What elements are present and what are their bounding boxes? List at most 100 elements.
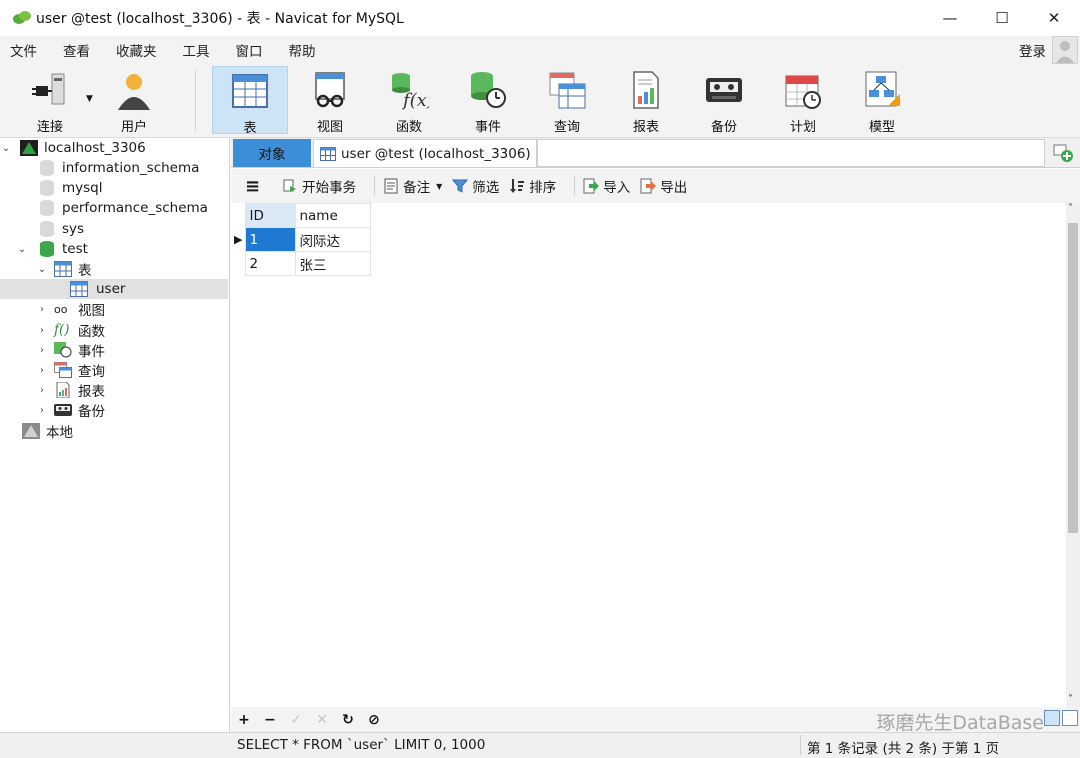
tree-group-label: 函数 (78, 324, 105, 340)
table-cell[interactable]: 闵际达 (295, 227, 372, 252)
sort-button[interactable]: 排序 (509, 176, 556, 196)
delete-record-button[interactable]: − (257, 712, 283, 728)
tab-objects[interactable]: 对象 (233, 139, 311, 167)
tree-database-item[interactable]: sys (0, 219, 228, 239)
table-cell[interactable]: 张三 (295, 251, 372, 276)
table-cell[interactable]: 2 (245, 251, 297, 276)
chevron-down-icon[interactable]: ⌄ (16, 244, 28, 255)
menu-favorites[interactable]: 收藏夹 (103, 40, 170, 60)
tree-group-label: 查询 (78, 364, 105, 380)
toolbar-model-label: 模型 (868, 120, 895, 135)
menu-tools[interactable]: 工具 (170, 40, 223, 60)
export-button[interactable]: 导出 (640, 176, 687, 196)
chevron-right-icon[interactable]: › (36, 345, 48, 356)
column-header-name[interactable]: name (295, 203, 372, 228)
chevron-down-icon[interactable]: ▼ (436, 182, 442, 191)
scrollbar-thumb[interactable] (1068, 223, 1078, 533)
toolbar-function-button[interactable]: f(x) 函数 (371, 66, 447, 135)
tree-queries-group[interactable]: › 查询 (0, 360, 228, 380)
new-tab-icon[interactable] (1050, 141, 1076, 165)
tree-database-item[interactable]: performance_schema (0, 198, 228, 218)
apply-changes-button[interactable]: ✓ (283, 712, 309, 728)
toolbar-schedule-button[interactable]: 计划 (765, 66, 841, 135)
status-divider (800, 735, 801, 755)
discard-changes-button[interactable]: ✕ (309, 712, 335, 728)
login-link[interactable]: 登录 (1019, 40, 1046, 60)
tab-user-table[interactable]: user @test (localhost_3306) ... (313, 139, 537, 167)
toolbar-user-label: 用户 (120, 120, 147, 135)
tree-views-group[interactable]: › oo 视图 (0, 299, 228, 320)
scroll-up-icon[interactable]: ˄ (1068, 203, 1073, 214)
chevron-right-icon[interactable]: › (36, 304, 48, 315)
tree-backups-group[interactable]: › 备份 (0, 400, 228, 420)
avatar[interactable] (1052, 36, 1078, 64)
toolbar-user-button[interactable]: 用户 (96, 66, 172, 135)
tree-group-label: 报表 (78, 384, 105, 400)
tree-database-item[interactable]: mysql (0, 178, 228, 198)
toolbar-table-button[interactable]: 表 (212, 66, 288, 136)
menu-view[interactable]: 查看 (50, 40, 103, 60)
refresh-button[interactable]: ↻ (335, 712, 361, 728)
comment-button[interactable]: 备注 ▼ (383, 176, 442, 196)
chevron-right-icon[interactable]: › (36, 405, 48, 416)
tree-reports-group[interactable]: › 报表 (0, 380, 228, 400)
row-marker-header (231, 203, 246, 228)
tree-events-group[interactable]: › 事件 (0, 340, 228, 360)
data-grid: ID name ▶ 1 闵际达 2 张三 (231, 203, 1066, 707)
chevron-down-icon[interactable]: ⌄ (0, 143, 12, 154)
tree-database-label: test (62, 241, 88, 257)
toolbar-event-button[interactable]: 事件 (450, 66, 526, 135)
tree-database-label: mysql (62, 180, 103, 196)
begin-transaction-button[interactable]: 开始事务 (282, 176, 356, 196)
menu-help[interactable]: 帮助 (276, 40, 329, 60)
stop-button[interactable]: ⊘ (361, 712, 387, 728)
begin-transaction-label: 开始事务 (302, 180, 357, 196)
chevron-right-icon[interactable]: › (36, 325, 48, 336)
import-button[interactable]: 导入 (583, 176, 630, 196)
minimize-button[interactable]: — (924, 0, 976, 36)
function-icon: f(x) (389, 70, 434, 111)
filter-button[interactable]: 筛选 (452, 176, 499, 196)
tree-database-test[interactable]: ⌄ test (0, 239, 228, 259)
tree-tables-group[interactable]: ⌄ 表 (0, 259, 228, 279)
model-icon (862, 70, 902, 110)
toolbar-table-label: 表 (243, 121, 257, 136)
status-sql: SELECT * FROM `user` LIMIT 0, 1000 (237, 737, 486, 753)
grid-view-icon[interactable] (1044, 710, 1060, 726)
menu-file[interactable]: 文件 (0, 40, 50, 60)
menu-icon[interactable]: ≡ (245, 176, 260, 197)
tree-tables-label: 表 (78, 263, 92, 279)
table-row[interactable]: 2 张三 (231, 251, 372, 276)
database-icon (40, 221, 54, 237)
table-row[interactable]: ▶ 1 闵际达 (231, 227, 372, 252)
toolbar-report-button[interactable]: 报表 (608, 66, 684, 135)
close-button[interactable]: ✕ (1028, 0, 1080, 36)
chevron-down-icon[interactable]: ⌄ (36, 264, 48, 275)
toolbar-function-label: 函数 (395, 120, 422, 135)
tree-local[interactable]: 本地 (0, 421, 228, 441)
add-record-button[interactable]: + (231, 712, 257, 728)
toolbar-connection-button[interactable]: 连接 (12, 66, 88, 135)
chevron-down-icon[interactable]: ▼ (86, 94, 93, 104)
vertical-scrollbar[interactable]: ˄ ˅ (1066, 203, 1080, 707)
tree-connection[interactable]: ⌄ localhost_3306 (0, 138, 228, 158)
table-icon (320, 146, 336, 161)
tree-database-item[interactable]: information_schema (0, 158, 228, 178)
tree-table-user[interactable]: user (0, 279, 228, 299)
chevron-right-icon[interactable]: › (36, 385, 48, 396)
column-header-id[interactable]: ID (245, 203, 297, 228)
table-cell[interactable]: 1 (245, 227, 297, 252)
toolbar-model-button[interactable]: 模型 (844, 66, 920, 135)
report-icon (626, 70, 666, 110)
connection-icon (30, 70, 70, 110)
form-view-icon[interactable] (1062, 710, 1078, 726)
menu-window[interactable]: 窗口 (223, 40, 276, 60)
toolbar-query-button[interactable]: 查询 (529, 66, 605, 135)
maximize-button[interactable]: ☐ (976, 0, 1028, 36)
function-icon: f() (54, 322, 70, 338)
scroll-down-icon[interactable]: ˅ (1068, 694, 1073, 705)
toolbar-view-button[interactable]: 视图 (292, 66, 368, 135)
toolbar-backup-button[interactable]: 备份 (686, 66, 762, 135)
chevron-right-icon[interactable]: › (36, 365, 48, 376)
tree-functions-group[interactable]: › f() 函数 (0, 320, 228, 340)
